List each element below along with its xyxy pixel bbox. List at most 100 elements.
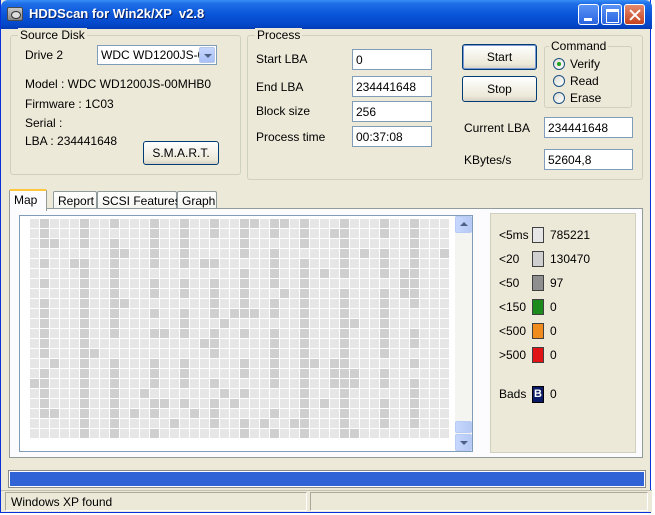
map-block bbox=[190, 219, 199, 228]
map-block bbox=[150, 409, 159, 418]
chevron-down-icon[interactable] bbox=[199, 47, 215, 63]
map-block bbox=[300, 259, 309, 268]
map-block bbox=[420, 409, 429, 418]
scroll-thumb[interactable] bbox=[455, 421, 472, 433]
map-block bbox=[330, 219, 339, 228]
process-time-input[interactable]: 00:37:08 bbox=[352, 126, 432, 147]
map-block bbox=[340, 379, 349, 388]
map-scrollbar[interactable] bbox=[455, 216, 472, 451]
map-block bbox=[440, 269, 449, 278]
smart-button[interactable]: S.M.A.R.T. bbox=[143, 141, 219, 165]
map-block bbox=[160, 269, 169, 278]
map-block bbox=[190, 389, 199, 398]
map-block bbox=[30, 339, 39, 348]
stop-button[interactable]: Stop bbox=[462, 76, 537, 102]
map-block bbox=[120, 369, 129, 378]
map-block bbox=[410, 419, 419, 428]
map-block bbox=[360, 349, 369, 358]
map-block bbox=[250, 249, 259, 258]
map-block bbox=[230, 229, 239, 238]
block-size-input[interactable]: 256 bbox=[352, 101, 432, 122]
map-block bbox=[380, 429, 389, 438]
map-block bbox=[80, 319, 89, 328]
map-block bbox=[90, 319, 99, 328]
map-block bbox=[420, 269, 429, 278]
radio-erase-button[interactable] bbox=[553, 92, 565, 104]
map-block bbox=[350, 229, 359, 238]
map-block bbox=[230, 309, 239, 318]
map-block bbox=[130, 349, 139, 358]
map-block bbox=[50, 239, 59, 248]
map-block bbox=[400, 369, 409, 378]
map-block bbox=[70, 339, 79, 348]
map-block bbox=[280, 339, 289, 348]
map-block bbox=[150, 229, 159, 238]
map-block bbox=[100, 319, 109, 328]
map-block bbox=[40, 359, 49, 368]
map-block bbox=[420, 249, 429, 258]
map-block bbox=[250, 419, 259, 428]
map-block bbox=[70, 409, 79, 418]
radio-erase[interactable]: Erase bbox=[553, 91, 623, 106]
radio-verify[interactable]: Verify bbox=[553, 57, 623, 72]
map-block bbox=[380, 309, 389, 318]
map-block bbox=[430, 419, 439, 428]
map-block bbox=[390, 429, 399, 438]
map-block bbox=[420, 289, 429, 298]
map-block bbox=[150, 239, 159, 248]
map-block bbox=[390, 279, 399, 288]
start-button[interactable]: Start bbox=[462, 44, 537, 70]
progress-fill bbox=[10, 472, 644, 486]
map-block bbox=[380, 239, 389, 248]
map-block bbox=[50, 399, 59, 408]
map-block bbox=[270, 229, 279, 238]
map-block bbox=[250, 219, 259, 228]
radio-read-button[interactable] bbox=[553, 75, 565, 87]
tab-map[interactable]: Map bbox=[9, 189, 47, 211]
map-block bbox=[350, 269, 359, 278]
map-block bbox=[440, 259, 449, 268]
map-block bbox=[100, 389, 109, 398]
map-block bbox=[90, 369, 99, 378]
map-block bbox=[270, 309, 279, 318]
map-block bbox=[60, 429, 69, 438]
close-button[interactable] bbox=[624, 4, 645, 25]
current-lba-input[interactable]: 234441648 bbox=[544, 117, 633, 138]
drive-select[interactable]: WDC WD1200JS-0 bbox=[97, 45, 217, 65]
map-block bbox=[150, 359, 159, 368]
map-block bbox=[40, 229, 49, 238]
end-lba-input[interactable]: 234441648 bbox=[352, 76, 432, 97]
minimize-button[interactable] bbox=[578, 4, 599, 25]
map-block bbox=[400, 409, 409, 418]
speed-input[interactable]: 52604,8 bbox=[544, 149, 633, 170]
map-block bbox=[140, 219, 149, 228]
map-block bbox=[310, 309, 319, 318]
maximize-button[interactable] bbox=[601, 4, 622, 25]
map-block bbox=[400, 389, 409, 398]
map-block bbox=[90, 419, 99, 428]
map-block bbox=[430, 269, 439, 278]
map-block bbox=[70, 319, 79, 328]
radio-verify-button[interactable] bbox=[553, 58, 565, 70]
map-block bbox=[90, 359, 99, 368]
scroll-down-icon[interactable] bbox=[455, 434, 472, 451]
radio-read[interactable]: Read bbox=[553, 74, 623, 89]
map-block bbox=[160, 319, 169, 328]
map-block bbox=[60, 329, 69, 338]
map-block bbox=[440, 309, 449, 318]
command-group: Command Verify Read Erase bbox=[544, 39, 632, 108]
map-block bbox=[120, 239, 129, 248]
map-block bbox=[360, 409, 369, 418]
map-block bbox=[250, 329, 259, 338]
map-block bbox=[220, 229, 229, 238]
scroll-up-icon[interactable] bbox=[455, 216, 472, 233]
map-block bbox=[70, 399, 79, 408]
map-block bbox=[430, 339, 439, 348]
map-block bbox=[150, 299, 159, 308]
map-block bbox=[140, 349, 149, 358]
title-bar[interactable]: HDDScan for Win2k/XP v2.8 bbox=[1, 0, 652, 29]
map-block bbox=[360, 329, 369, 338]
start-lba-input[interactable]: 0 bbox=[352, 49, 432, 70]
map-block bbox=[50, 429, 59, 438]
map-block bbox=[300, 309, 309, 318]
